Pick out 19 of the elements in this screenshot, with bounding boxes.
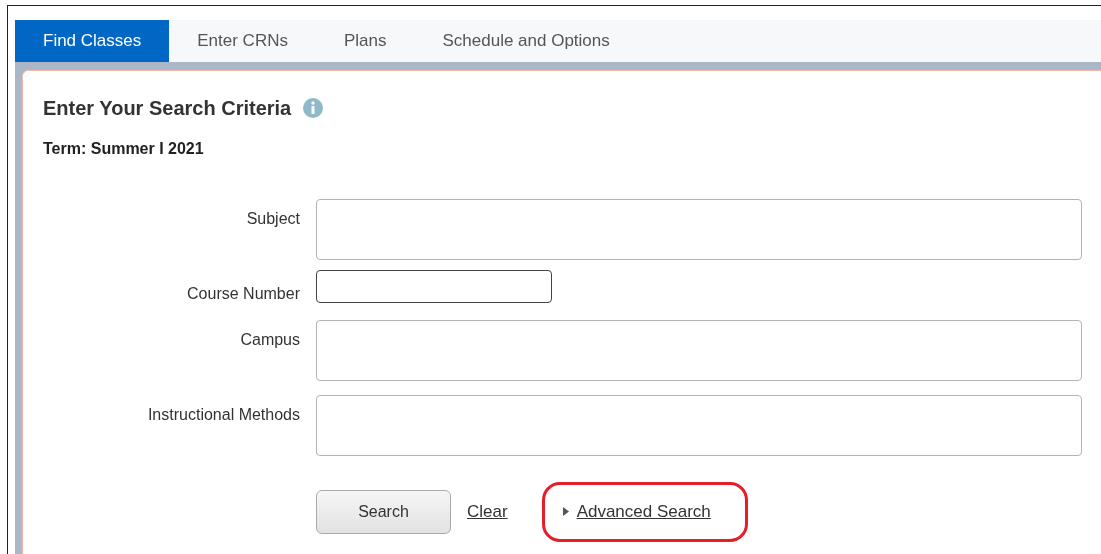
field-label: Campus bbox=[239, 330, 300, 350]
field-label: Subject bbox=[245, 209, 300, 229]
term-label: Term: Summer I 2021 bbox=[43, 139, 205, 159]
tab[interactable]: Schedule and Options bbox=[414, 20, 638, 62]
select-field[interactable] bbox=[316, 199, 1082, 260]
input-field[interactable] bbox=[316, 270, 552, 303]
clear-link[interactable]: Clear bbox=[467, 499, 508, 525]
info-icon[interactable] bbox=[303, 98, 324, 118]
advanced-search-link[interactable]: Advanced Search bbox=[576, 499, 711, 525]
tab[interactable]: Enter CRNs bbox=[169, 20, 316, 62]
select-field[interactable] bbox=[316, 320, 1082, 381]
search-button[interactable]: Search bbox=[316, 489, 451, 534]
panel-title: Enter Your Search Criteria bbox=[43, 96, 292, 121]
field-label: Course Number bbox=[186, 284, 300, 304]
select-field[interactable] bbox=[316, 395, 1082, 456]
tab[interactable]: Plans bbox=[315, 20, 415, 62]
field-label: Instructional Methods bbox=[146, 405, 300, 425]
tab[interactable]: Find Classes bbox=[15, 20, 170, 62]
caret-icon[interactable] bbox=[562, 507, 569, 517]
